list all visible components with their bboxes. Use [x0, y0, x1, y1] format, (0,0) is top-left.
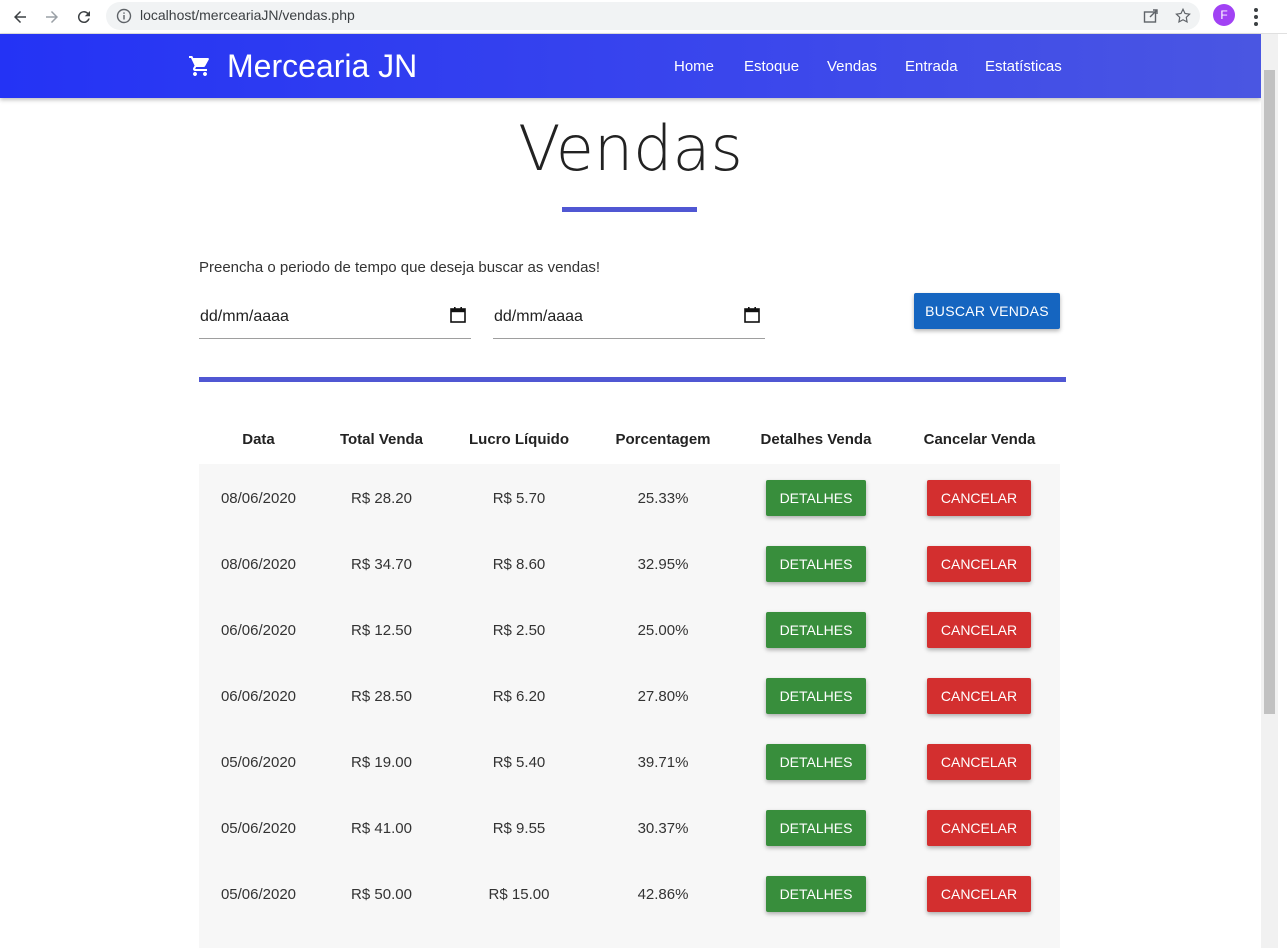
cell-data: 05/06/2020: [220, 820, 297, 837]
cell-lucro-liquido: R$ 15.00: [488, 886, 550, 903]
end-date-placeholder: dd/mm/aaaa: [494, 308, 583, 325]
details-button[interactable]: DETALHES: [766, 678, 866, 714]
cancel-button[interactable]: CANCELAR: [927, 810, 1031, 846]
cell-data: 05/06/2020: [220, 754, 297, 771]
browser-menu-icon[interactable]: [1246, 5, 1266, 29]
table-row: 05/06/2020 R$ 41.00 R$ 9.55 30.37% DETALHES C…: [199, 794, 1060, 860]
cell-data: 06/06/2020: [220, 688, 297, 705]
details-button[interactable]: DETALHES: [766, 744, 866, 780]
cell-data: 08/06/2020: [220, 490, 297, 507]
search-instruction: Preencha o periodo de tempo que deseja b…: [199, 259, 601, 276]
table-row: 06/06/2020 R$ 28.50 R$ 6.20 27.80% DETALHES C…: [199, 662, 1060, 728]
cancel-button[interactable]: CANCELAR: [927, 876, 1031, 912]
cancel-button[interactable]: CANCELAR: [927, 480, 1031, 516]
header-porcentagem: Porcentagem: [615, 431, 711, 448]
table-row: 08/06/2020 R$ 28.20 R$ 5.70 25.33% DETALHES C…: [199, 464, 1060, 530]
cell-porcentagem: 25.00%: [637, 622, 689, 639]
cell-lucro-liquido: R$ 8.60: [492, 556, 546, 573]
nav-link-estoque[interactable]: Estoque: [744, 58, 799, 75]
table-row: 05/06/2020 R$ 50.00 R$ 15.00 42.86% DETALHES…: [199, 860, 1060, 926]
table-row: 05/06/2020 R$ 19.00 R$ 5.40 39.71% DETALHES C…: [199, 728, 1060, 794]
search-sales-button[interactable]: BUSCAR VENDAS: [914, 293, 1060, 329]
nav-link-estatisticas[interactable]: Estatísticas: [985, 58, 1062, 75]
cancel-button[interactable]: CANCELAR: [927, 546, 1031, 582]
cell-data: 05/06/2020: [220, 886, 297, 903]
address-bar[interactable]: localhost/merceariaJN/vendas.php: [106, 2, 1200, 30]
header-total-venda: Total Venda: [339, 431, 424, 448]
details-button[interactable]: DETALHES: [766, 876, 866, 912]
cell-total-venda: R$ 28.20: [351, 490, 412, 507]
cell-porcentagem: 30.37%: [637, 820, 689, 837]
details-button[interactable]: DETALHES: [766, 810, 866, 846]
cell-data: 08/06/2020: [220, 556, 297, 573]
cell-porcentagem: 42.86%: [637, 886, 689, 903]
sales-table-header: Data Total Venda Lucro Líquido Porcentag…: [199, 416, 1060, 464]
cell-total-venda: R$ 41.00: [351, 820, 412, 837]
cell-porcentagem: 25.33%: [637, 490, 689, 507]
shopping-cart-icon: [189, 56, 209, 76]
back-icon[interactable]: [8, 5, 32, 29]
page-title: Vendas: [518, 112, 743, 185]
header-lucro-liquido: Lucro Líquido: [469, 431, 569, 448]
title-underline: [562, 207, 697, 212]
brand-logo-text[interactable]: Mercearia JN: [227, 48, 417, 85]
forward-icon[interactable]: [40, 5, 64, 29]
bookmark-star-icon[interactable]: [1174, 7, 1192, 25]
header-cancelar-venda: Cancelar Venda: [923, 431, 1036, 448]
cell-lucro-liquido: R$ 6.20: [492, 688, 546, 705]
page-scrollbar[interactable]: [1261, 34, 1278, 948]
cell-lucro-liquido: R$ 5.70: [492, 490, 546, 507]
cell-lucro-liquido: R$ 5.40: [492, 754, 546, 771]
cell-total-venda: R$ 34.70: [351, 556, 412, 573]
end-date-input[interactable]: dd/mm/aaaa: [493, 296, 765, 339]
cancel-button[interactable]: CANCELAR: [927, 744, 1031, 780]
table-row: 08/06/2020 R$ 34.70 R$ 8.60 32.95% DETALHES C…: [199, 530, 1060, 596]
scrollbar-thumb[interactable]: [1264, 70, 1275, 714]
cell-total-venda: R$ 12.50: [351, 622, 412, 639]
details-button[interactable]: DETALHES: [766, 546, 866, 582]
cell-lucro-liquido: R$ 9.55: [492, 820, 546, 837]
top-navbar: Mercearia JN Home Estoque Vendas Entrada…: [0, 34, 1261, 98]
header-data: Data: [242, 431, 275, 448]
cell-porcentagem: 27.80%: [637, 688, 689, 705]
details-button[interactable]: DETALHES: [766, 480, 866, 516]
calendar-icon[interactable]: [743, 306, 761, 324]
nav-link-entrada[interactable]: Entrada: [905, 58, 958, 75]
cancel-button[interactable]: CANCELAR: [927, 678, 1031, 714]
cell-total-venda: R$ 19.00: [351, 754, 412, 771]
table-row: 06/06/2020 R$ 12.50 R$ 2.50 25.00% DETALHES C…: [199, 596, 1060, 662]
share-icon[interactable]: [1142, 7, 1160, 25]
profile-avatar[interactable]: F: [1213, 4, 1235, 26]
start-date-input[interactable]: dd/mm/aaaa: [199, 296, 471, 339]
section-divider: [199, 377, 1066, 382]
header-detalhes-venda: Detalhes Venda: [760, 431, 872, 448]
browser-toolbar: localhost/merceariaJN/vendas.php F: [0, 0, 1287, 34]
nav-link-home[interactable]: Home: [674, 58, 714, 75]
nav-link-vendas[interactable]: Vendas: [827, 58, 877, 75]
cell-data: 06/06/2020: [220, 622, 297, 639]
cell-total-venda: R$ 28.50: [351, 688, 412, 705]
cancel-button[interactable]: CANCELAR: [927, 612, 1031, 648]
info-icon[interactable]: [116, 8, 132, 24]
reload-icon[interactable]: [72, 5, 96, 29]
calendar-icon[interactable]: [449, 306, 467, 324]
start-date-placeholder: dd/mm/aaaa: [200, 308, 289, 325]
cell-lucro-liquido: R$ 2.50: [492, 622, 546, 639]
cell-total-venda: R$ 50.00: [351, 886, 412, 903]
url-text[interactable]: localhost/merceariaJN/vendas.php: [140, 7, 355, 23]
details-button[interactable]: DETALHES: [766, 612, 866, 648]
cell-porcentagem: 32.95%: [637, 556, 689, 573]
cell-porcentagem: 39.71%: [637, 754, 689, 771]
sales-table-body: 08/06/2020 R$ 28.20 R$ 5.70 25.33% DETALHES C…: [199, 464, 1060, 948]
